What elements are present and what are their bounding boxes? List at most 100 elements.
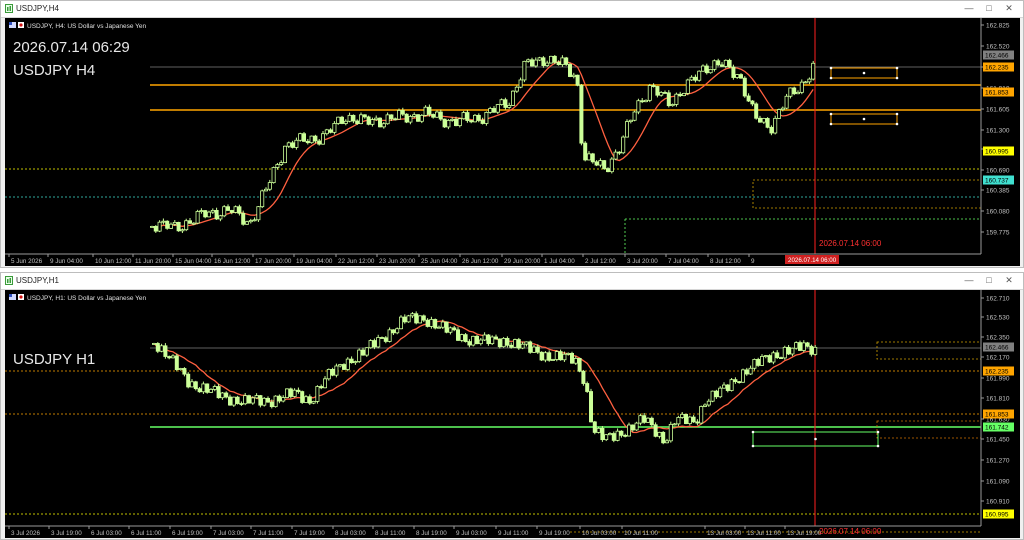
candle: [203, 209, 208, 219]
chart-window-h4[interactable]: USDJPY,H4 — □ ✕ 162.825162.520162.215161…: [0, 0, 1024, 268]
price-chart-h1[interactable]: 162.710 162.530 162.350 162.170 161.990 161.8…: [5, 290, 1020, 538]
candle: [712, 59, 717, 72]
candle: [189, 379, 194, 388]
candle: [547, 350, 552, 362]
candle: [284, 388, 289, 399]
candle: [220, 392, 225, 400]
time-tick-label: 2 Jul 12:00: [585, 258, 616, 265]
candle: [611, 431, 616, 443]
time-tick-label: 3 Jul 19:00: [51, 530, 82, 537]
candle: [233, 205, 238, 214]
candle: [750, 100, 755, 107]
candle: [178, 367, 183, 371]
minimize-icon[interactable]: —: [959, 274, 979, 287]
candle: [594, 160, 599, 167]
candle: [767, 354, 772, 364]
candle: [319, 384, 324, 390]
candle: [782, 345, 787, 360]
candle: [731, 64, 736, 80]
candle: [495, 103, 500, 115]
candle: [756, 357, 761, 367]
candle: [237, 204, 242, 216]
candle: [159, 343, 164, 353]
candle: [364, 347, 369, 357]
overlay-symbol-label: USDJPY H4: [13, 62, 95, 79]
time-tick-label: 25 Jun 04:00: [421, 258, 458, 265]
candle: [697, 70, 702, 82]
candle: [765, 117, 770, 129]
window-titlebar-h4[interactable]: USDJPY,H4 — □ ✕: [1, 1, 1023, 18]
chart-window-icon: [5, 4, 13, 13]
candle: [703, 403, 708, 408]
price-tick-label: 162.350: [986, 335, 1010, 342]
candle: [739, 73, 744, 79]
candle: [807, 77, 812, 85]
candle: [248, 218, 253, 224]
candle: [729, 378, 734, 392]
candle: [773, 115, 778, 135]
price-tick-label: 162.710: [986, 296, 1010, 303]
candle: [225, 204, 230, 212]
time-tick-label: 3 Jul 20:00: [627, 258, 658, 265]
price-level-label: 162.235: [985, 65, 1009, 72]
candle: [685, 78, 690, 96]
candle: [733, 377, 738, 384]
candle: [769, 125, 774, 136]
candle: [596, 426, 601, 434]
chart-canvas-h4[interactable]: 162.825162.520162.215161.910161.605161.3…: [5, 18, 1020, 266]
candle: [720, 62, 725, 67]
order-box-anchor: [862, 71, 866, 75]
candle: [307, 394, 312, 405]
candle: [532, 345, 537, 353]
price-chart-h4[interactable]: 162.825162.520162.215161.910161.605161.3…: [5, 18, 1020, 266]
time-tick-label: 13 Jul 19:00: [787, 530, 822, 537]
order-box-anchor: [862, 117, 866, 121]
candle: [309, 135, 314, 144]
close-icon[interactable]: ✕: [999, 2, 1019, 15]
price-tick-label: 161.810: [986, 396, 1010, 403]
order-box-anchor: [751, 430, 755, 434]
order-box-anchor: [751, 444, 755, 448]
candle: [163, 343, 168, 359]
candle: [649, 416, 654, 427]
candle: [431, 113, 436, 119]
time-tick-label: 9: [751, 258, 755, 265]
candle: [737, 381, 742, 384]
candle: [366, 115, 371, 126]
price-tick-label: 162.520: [986, 44, 1010, 51]
candle: [311, 400, 316, 405]
time-tick-label: 19 Jun 04:00: [296, 258, 333, 265]
candle: [661, 431, 666, 445]
candle: [433, 318, 438, 330]
candle: [341, 363, 346, 371]
candle: [186, 372, 191, 389]
close-icon[interactable]: ✕: [999, 274, 1019, 287]
candle: [305, 138, 310, 145]
candle: [744, 367, 749, 376]
candle: [415, 114, 420, 122]
time-tick-label: 22 Jun 12:00: [338, 258, 375, 265]
candle: [256, 206, 261, 222]
candle: [796, 90, 801, 95]
time-tick-label: 9 Jul 11:00: [498, 530, 529, 537]
candle: [313, 134, 318, 144]
maximize-icon[interactable]: □: [979, 2, 999, 15]
candle: [165, 220, 170, 230]
candle: [465, 110, 470, 123]
chart-window-h1[interactable]: USDJPY,H1 — □ ✕ 162.710 162.530 162.350 162…: [0, 272, 1024, 540]
candle: [446, 119, 451, 130]
candle: [377, 117, 382, 128]
candle: [210, 208, 215, 214]
candle: [763, 354, 768, 359]
candle: [408, 114, 413, 125]
candle: [212, 384, 217, 392]
candle: [429, 316, 434, 329]
chart-canvas-h1[interactable]: 162.710 162.530 162.350 162.170 161.990 161.8…: [5, 290, 1020, 538]
maximize-icon[interactable]: □: [979, 274, 999, 287]
candle: [452, 325, 457, 332]
candle: [722, 382, 727, 389]
candle: [551, 358, 556, 361]
time-tick-label: 8 Jul 03:00: [335, 530, 366, 537]
window-titlebar-h1[interactable]: USDJPY,H1 — □ ✕: [1, 273, 1023, 290]
minimize-icon[interactable]: —: [959, 2, 979, 15]
